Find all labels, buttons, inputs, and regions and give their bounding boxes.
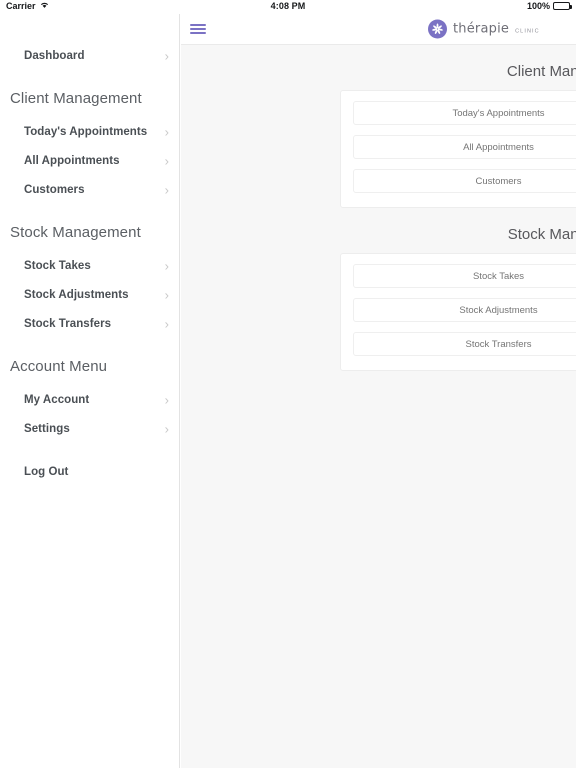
sidebar-item-label: Stock Takes — [24, 259, 91, 272]
page-title-stock-management: Stock Management — [507, 226, 576, 243]
panel-stock-management: Stock Management Stock Takes Stock Adjus… — [181, 208, 576, 371]
sidebar-item-label: My Account — [24, 393, 90, 406]
main-region: thérapie clinic Client Management Today'… — [181, 14, 576, 768]
brand-logo: thérapie clinic — [428, 19, 540, 39]
sidebar-item-label: All Appointments — [24, 154, 120, 167]
therapie-flower-icon — [428, 19, 447, 39]
sidebar-item-label: Today's Appointments — [24, 125, 148, 138]
sidebar-item-dashboard[interactable]: Dashboard › — [0, 41, 179, 70]
panel-title-row: Stock Management — [181, 208, 576, 253]
status-bar-clock: 4:08 PM — [270, 1, 306, 11]
brand-subtitle: clinic — [515, 28, 540, 34]
card-button-label: All Appointments — [463, 141, 534, 153]
sidebar-section-client-management: Client Management — [10, 89, 142, 107]
content-scroll-area[interactable]: Client Management Today's Appointments A… — [181, 45, 576, 768]
sidebar-item-todays-appointments[interactable]: Today's Appointments › — [0, 117, 179, 146]
chevron-right-icon: › — [164, 258, 169, 273]
chevron-right-icon: › — [164, 392, 169, 407]
sidebar-item-all-appointments[interactable]: All Appointments › — [0, 146, 179, 175]
sidebar-section-account-menu: Account Menu — [10, 357, 108, 375]
card-button-all-appointments[interactable]: All Appointments — [353, 135, 576, 159]
chevron-right-icon: › — [164, 182, 169, 197]
sidebar-item-customers[interactable]: Customers › — [0, 175, 179, 204]
chevron-right-icon: › — [164, 421, 169, 436]
sidebar-item-label: Stock Transfers — [24, 317, 112, 330]
sidebar-drawer: Dashboard › Client Management Today's Ap… — [0, 14, 180, 768]
sidebar-item-settings[interactable]: Settings › — [0, 414, 179, 443]
chevron-right-icon: › — [164, 316, 169, 331]
sidebar-item-log-out[interactable]: Log Out — [0, 457, 179, 486]
sidebar-item-label: Stock Adjustments — [24, 288, 129, 301]
sidebar-item-stock-transfers[interactable]: Stock Transfers › — [0, 309, 179, 338]
chevron-right-icon: › — [164, 153, 169, 168]
card-button-label: Stock Transfers — [465, 338, 532, 350]
status-bar-right: 100% — [526, 1, 572, 11]
hamburger-menu-icon[interactable] — [190, 24, 206, 34]
client-management-card: Today's Appointments All Appointments Cu… — [340, 90, 576, 208]
card-button-label: Customers — [475, 175, 522, 187]
sidebar-item-label: Dashboard — [24, 49, 85, 62]
battery-percent-label: 100% — [526, 1, 550, 11]
chevron-right-icon: › — [164, 124, 169, 139]
card-button-stock-takes[interactable]: Stock Takes — [353, 264, 576, 288]
card-button-stock-adjustments[interactable]: Stock Adjustments — [353, 298, 576, 322]
battery-full-icon — [553, 2, 572, 10]
sidebar-item-label: Settings — [24, 422, 70, 435]
brand-name: thérapie — [453, 21, 510, 37]
status-bar: Carrier 4:08 PM 100% — [0, 0, 576, 14]
panel-client-management: Client Management Today's Appointments A… — [181, 45, 576, 208]
card-button-label: Stock Adjustments — [459, 304, 538, 316]
card-button-customers[interactable]: Customers — [353, 169, 576, 193]
card-button-label: Stock Takes — [472, 270, 525, 282]
card-button-label: Today's Appointments — [452, 107, 545, 119]
sidebar-item-label: Log Out — [24, 465, 69, 478]
sidebar-item-label: Customers — [24, 183, 85, 196]
sidebar-item-my-account[interactable]: My Account › — [0, 385, 179, 414]
panel-title-row: Client Management — [181, 45, 576, 90]
chevron-right-icon: › — [164, 287, 169, 302]
card-button-stock-transfers[interactable]: Stock Transfers — [353, 332, 576, 356]
stock-management-card: Stock Takes Stock Adjustments Stock Tran… — [340, 253, 576, 371]
app-header: thérapie clinic — [181, 14, 576, 45]
card-button-todays-appointments[interactable]: Today's Appointments — [353, 101, 576, 125]
sidebar-item-stock-adjustments[interactable]: Stock Adjustments › — [0, 280, 179, 309]
sidebar-section-stock-management: Stock Management — [10, 223, 141, 241]
page-title-client-management: Client Management — [506, 63, 576, 80]
chevron-right-icon: › — [164, 48, 169, 63]
sidebar-item-stock-takes[interactable]: Stock Takes › — [0, 251, 179, 280]
